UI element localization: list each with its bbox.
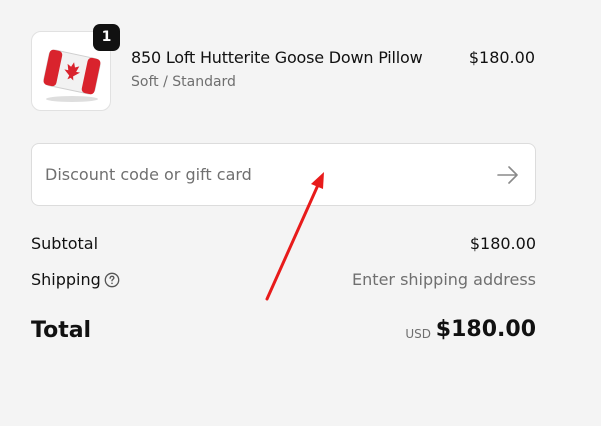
currency-code: USD	[405, 327, 431, 341]
product-price: $180.00	[468, 48, 535, 67]
shipping-value: Enter shipping address	[352, 270, 536, 289]
apply-discount-button[interactable]	[495, 162, 521, 188]
discount-input[interactable]	[45, 144, 475, 205]
total-label: Total	[31, 318, 92, 343]
shipping-label: Shipping	[31, 270, 101, 289]
arrow-right-icon	[497, 166, 518, 184]
total-value: $180.00	[435, 317, 536, 342]
product-variant: Soft / Standard	[131, 74, 236, 90]
discount-field	[31, 143, 536, 206]
quantity-badge: 1	[93, 24, 120, 51]
product-name: 850 Loft Hutterite Goose Down Pillow	[131, 48, 423, 67]
question-circle-icon[interactable]	[104, 272, 120, 288]
subtotal-label: Subtotal	[31, 234, 99, 253]
subtotal-value: $180.00	[469, 234, 536, 253]
